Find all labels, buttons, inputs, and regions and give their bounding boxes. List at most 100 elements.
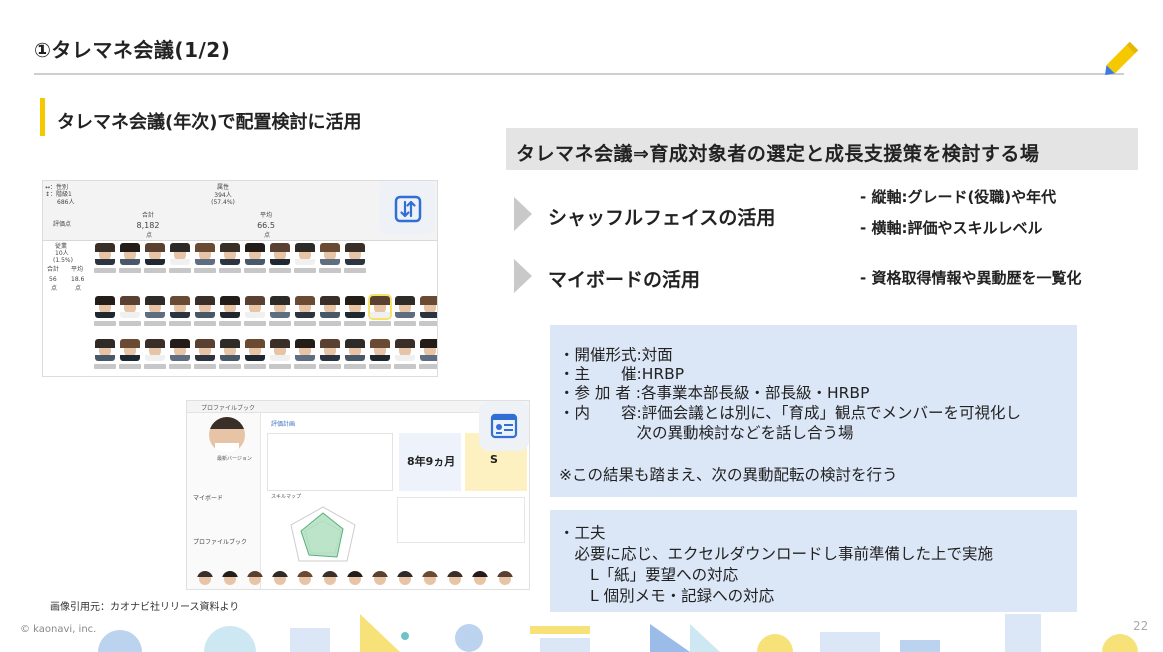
- page-title: ①タレマネ会議(1/2): [34, 38, 231, 62]
- face-name-placeholder: [344, 364, 366, 369]
- face-thumbnail: [295, 296, 315, 318]
- shuffle-face-screenshot: ↔：性別 ↕：階級1 686人 評価点 属性 394人 (57.4%) 合計 平…: [42, 180, 438, 377]
- face-thumbnail: [145, 243, 165, 265]
- face-thumbnail: [95, 296, 115, 318]
- matrix-axis-label: ↔：性別 ↕：階級1: [45, 184, 72, 198]
- face-name-placeholder: [119, 268, 141, 273]
- section-skill: スキルマップ: [271, 494, 302, 500]
- matrix-axis-count: 686人: [57, 199, 75, 206]
- face-name-placeholder: [294, 321, 316, 326]
- tips-line: 必要に応じ、エクセルダウンロードし事前準備した上で実施: [559, 545, 994, 563]
- face-thumbnail: [170, 243, 190, 265]
- face-name-placeholder: [269, 364, 291, 369]
- radar-chart-icon: [290, 506, 356, 562]
- face-name-placeholder: [94, 268, 116, 273]
- face-name-placeholder: [194, 268, 216, 273]
- tips-title: ・工夫: [559, 524, 606, 542]
- face-name-placeholder: [344, 268, 366, 273]
- face-name-placeholder: [419, 321, 437, 326]
- face-thumbnail: [295, 339, 315, 361]
- face-thumbnail: [220, 339, 240, 361]
- face-name-placeholder: [119, 321, 141, 326]
- matrix-unit: 点: [145, 232, 152, 239]
- tenure-value: 8年9ヵ月: [407, 455, 456, 468]
- face-thumbnail: [95, 243, 115, 265]
- face-name-placeholder: [144, 364, 166, 369]
- matrix-side-count: 10人: [55, 250, 69, 257]
- face-thumbnail: [270, 339, 290, 361]
- face-thumbnail: [222, 571, 238, 587]
- myboard-screenshot: プロファイルブック 最新バージョン マイボード プロファイルブック 評価計画 8…: [186, 400, 530, 590]
- face-name-placeholder: [294, 364, 316, 369]
- headline: タレマネ会議⇒育成対象者の選定と成長支援策を検討する場: [516, 143, 1040, 165]
- face-thumbnail: [420, 339, 437, 361]
- face-thumbnail: [295, 243, 315, 265]
- matrix-group-label: 属性: [216, 184, 229, 191]
- arrow-icon: [514, 259, 532, 293]
- face-thumbnail: [120, 243, 140, 265]
- matrix-side-total: 56: [49, 276, 57, 283]
- face-name-placeholder: [169, 321, 191, 326]
- face-name-placeholder: [369, 364, 391, 369]
- matrix-col-total: 合計: [141, 212, 154, 219]
- tips-box: ・工夫 必要に応じ、エクセルダウンロードし事前準備した上で実施 L「紙」要望への…: [550, 510, 1077, 612]
- face-thumbnail: [395, 339, 415, 361]
- face-thumbnail: [370, 339, 390, 361]
- face-thumbnail: [247, 571, 263, 587]
- face-name-placeholder: [244, 321, 266, 326]
- face-thumbnail: [345, 243, 365, 265]
- feature-bullet: - 縦軸:グレード(役職)や年代: [860, 188, 1057, 206]
- grade-value: S: [490, 453, 498, 466]
- face-thumbnail: [320, 243, 340, 265]
- face-thumbnail: [145, 339, 165, 361]
- menu-myboard[interactable]: マイボード: [193, 493, 223, 502]
- matrix-side-total-label: 合計: [47, 266, 60, 273]
- matrix-row-label: 評価点: [53, 221, 72, 228]
- face-thumbnail: [345, 339, 365, 361]
- face-thumbnail: [368, 294, 392, 320]
- face-thumbnail: [270, 243, 290, 265]
- profile-app-name: プロファイルブック: [201, 405, 256, 412]
- section-accent-bar: [40, 98, 45, 136]
- face-thumbnail: [397, 571, 413, 587]
- meeting-info-box: ・開催形式:対面 ・主 催:HRBP ・参 加 者 :各事業本部長級・部長級・H…: [550, 325, 1077, 497]
- face-thumbnail: [145, 296, 165, 318]
- matrix-group-pct: (57.4%): [211, 199, 235, 206]
- matrix-col-avg: 平均: [259, 212, 272, 219]
- face-name-placeholder: [244, 364, 266, 369]
- face-name-placeholder: [394, 364, 416, 369]
- face-thumbnail: [120, 296, 140, 318]
- avatar: [209, 417, 245, 453]
- matrix-unit: 点: [263, 232, 270, 239]
- face-name-placeholder: [169, 364, 191, 369]
- face-thumbnail: [220, 296, 240, 318]
- face-name-placeholder: [319, 321, 341, 326]
- profile-name: 最新バージョン: [217, 456, 252, 462]
- face-name-placeholder: [219, 321, 241, 326]
- face-name-placeholder: [294, 268, 316, 273]
- face-name-placeholder: [194, 364, 216, 369]
- face-name-placeholder: [144, 321, 166, 326]
- decorative-footer-shapes: [98, 614, 1138, 652]
- info-participants: ・参 加 者 :各事業本部長級・部長級・HRBP: [559, 384, 870, 402]
- face-name-placeholder: [169, 268, 191, 273]
- matrix-unit: 点: [75, 285, 82, 292]
- face-thumbnail: [420, 296, 437, 318]
- menu-profile[interactable]: プロファイルブック: [193, 537, 247, 546]
- face-thumbnail: [395, 296, 415, 318]
- section-title: タレマネ会議(年次)で配置検討に活用: [57, 112, 362, 133]
- face-thumbnail: [422, 571, 438, 587]
- face-name-placeholder: [319, 268, 341, 273]
- face-thumbnail: [270, 296, 290, 318]
- face-name-placeholder: [219, 364, 241, 369]
- info-content: ・内 容:評価会議とは別に、「育成」観点でメンバーを可視化し: [559, 404, 1022, 422]
- matrix-unit: 点: [51, 285, 58, 292]
- face-thumbnail: [472, 571, 488, 587]
- feature-shuffle-face: シャッフルフェイスの活用: [548, 207, 776, 229]
- matrix-side-group: 従業: [55, 243, 68, 250]
- face-name-placeholder: [119, 364, 141, 369]
- info-content-cont: 次の異動検討などを話し合う場: [559, 424, 854, 442]
- face-thumbnail: [170, 339, 190, 361]
- matrix-side-avg: 18.6: [71, 276, 85, 283]
- face-name-placeholder: [269, 321, 291, 326]
